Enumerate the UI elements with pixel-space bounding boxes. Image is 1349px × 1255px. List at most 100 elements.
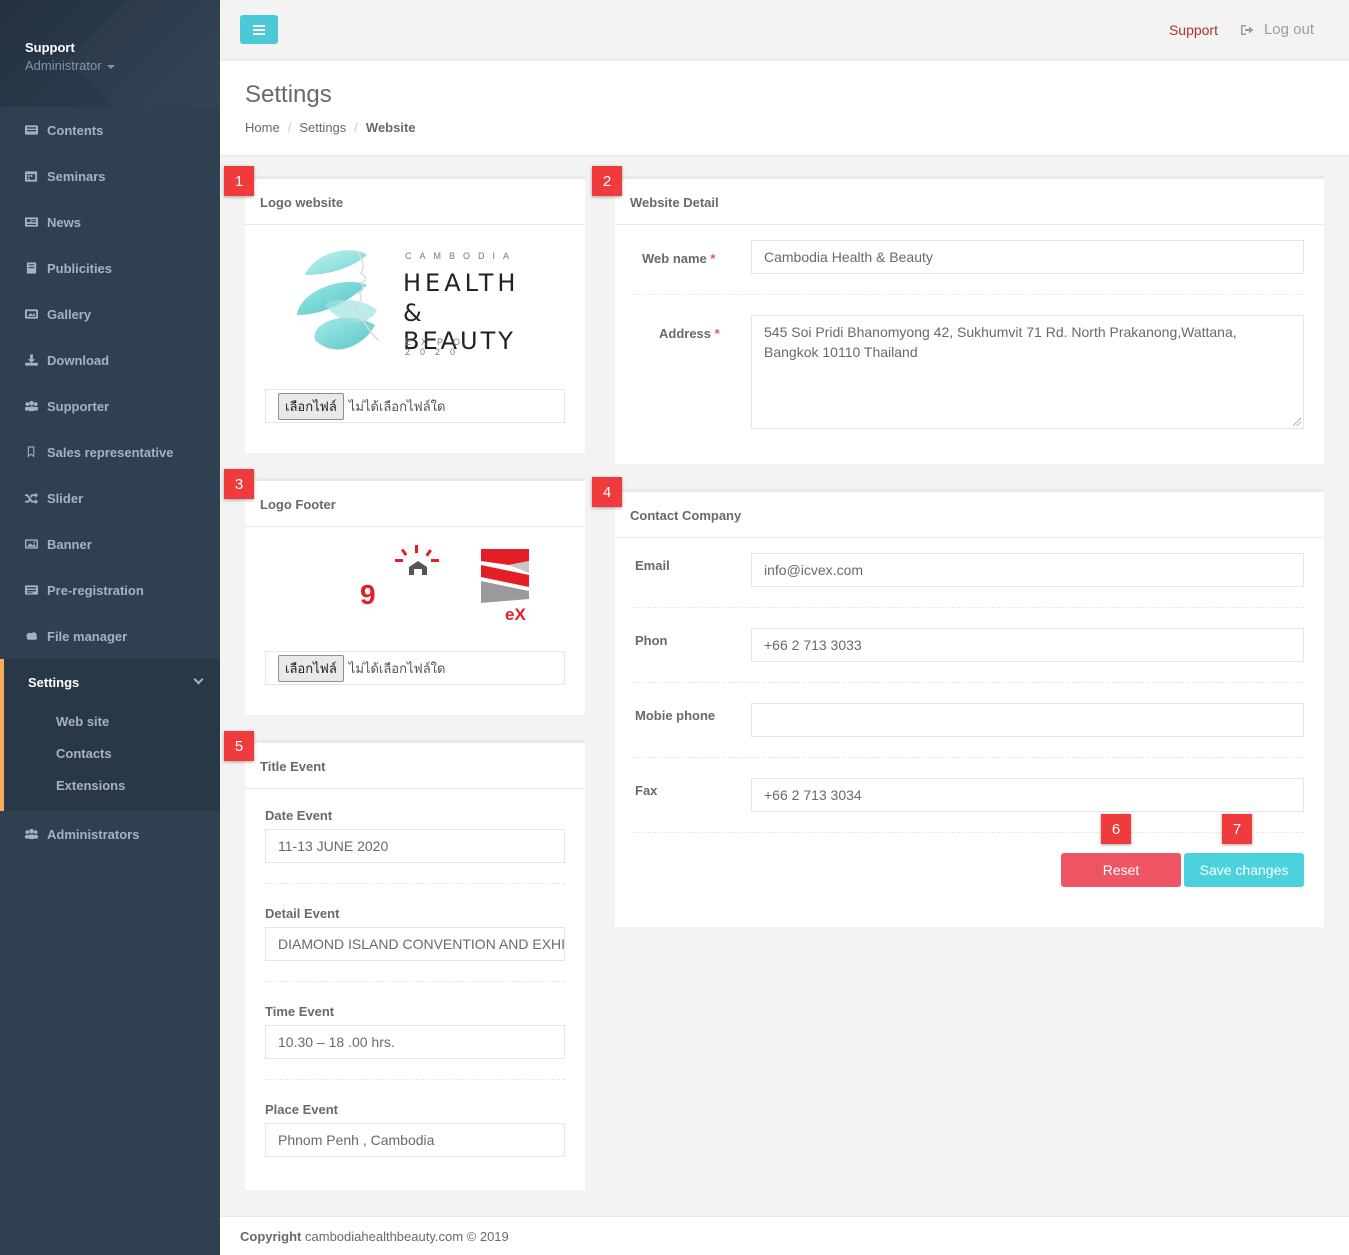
users-icon [24,828,38,840]
annotation-badge-1: 1 [224,166,254,196]
time-event-label: Time Event [265,1004,335,1019]
sidebar-item-label: News [47,214,81,230]
topbar: Support Log out [220,0,1349,60]
required-mark: * [714,326,720,341]
detail-event-label: Detail Event [265,906,340,921]
sidebar-item-contents[interactable]: Contents [0,107,220,153]
web-name-label: Web name * [642,251,715,266]
profile-role-dropdown[interactable]: Administrator [25,58,115,73]
page-heading: Settings Home / Settings / Website [220,61,1349,156]
footer-logo-mark-ex: eX [505,605,526,624]
website-detail-panel: Website Detail Web name * Cambodia Healt… [615,176,1324,464]
time-event-input[interactable]: 10.30 – 18 .00 hrs. [265,1025,565,1059]
hamburger-icon [253,28,265,31]
users-icon [24,400,38,412]
annotation-badge-2: 2 [592,166,622,196]
logo-website-file-input[interactable]: เลือกไฟล์ ไม่ได้เลือกไฟล์ใด [265,389,565,423]
sidebar-item-slider[interactable]: Slider [0,475,220,521]
choose-file-button[interactable]: เลือกไฟล์ [278,654,344,682]
sidebar: Support Administrator Contents Seminars … [0,0,220,1255]
save-changes-button[interactable]: Save changes [1184,853,1304,887]
book-icon [24,262,38,274]
divider [633,832,1304,833]
sidebar-item-publicities[interactable]: Publicities [0,245,220,291]
menu-toggle-button[interactable] [240,15,278,44]
web-name-label-text: Web name [642,251,707,266]
breadcrumb-settings[interactable]: Settings [299,120,346,135]
divider [265,1079,565,1080]
annotation-badge-3: 3 [224,469,254,499]
address-textarea[interactable]: 545 Soi Pridi Bhanomyong 42, Sukhumvit 7… [751,315,1304,429]
annotation-badge-5: 5 [224,731,254,761]
place-event-input[interactable]: Phnom Penh , Cambodia [265,1123,565,1157]
logo-footer-panel: Logo Footer 9 eX เลือกไฟล์ ไม่ได้เลือกไฟ… [245,478,585,715]
fax-input[interactable]: +66 2 713 3034 [751,778,1304,812]
picture-icon [24,308,38,320]
sidebar-item-label: Contents [47,122,104,138]
logo-line1-text: HEALTH [403,269,520,297]
resize-handle[interactable] [1293,418,1301,426]
copyright-label: Copyright [240,1229,302,1244]
profile-block: Support Administrator [0,0,220,107]
sidebar-item-label: Gallery [47,306,92,322]
sidebar-item-download[interactable]: Download [0,337,220,383]
subitem-extensions[interactable]: Extensions [4,769,220,801]
subitem-web-site[interactable]: Web site [4,705,220,737]
copyright-text: cambodiahealthbeauty.com © 2019 [305,1229,509,1244]
chevron-down-icon [193,674,204,685]
choose-file-button[interactable]: เลือกไฟล์ [278,392,344,420]
face-logo-graphic [297,250,380,350]
calendar-icon [24,170,38,182]
logo-small-text: CAMBODIA [405,251,518,261]
logo-footer-file-input[interactable]: เลือกไฟล์ ไม่ได้เลือกไฟล์ใด [265,651,565,685]
sidebar-item-file-manager[interactable]: File manager [0,613,220,659]
title-event-panel: Title Event Date Event 11-13 JUNE 2020 D… [245,740,585,1190]
sidebar-item-sales-representative[interactable]: Sales representative [0,429,220,475]
sidebar-item-news[interactable]: News [0,199,220,245]
detail-event-input[interactable]: DIAMOND ISLAND CONVENTION AND EXHIBITION… [265,927,565,961]
divider [265,883,565,884]
sidebar-item-label: Publicities [47,260,113,276]
divider [265,981,565,982]
address-label-text: Address [659,326,712,341]
panel-title: Contact Company [615,492,1324,538]
place-event-label: Place Event [265,1102,338,1117]
annotation-badge-4: 4 [592,477,622,507]
sidebar-group-settings: Settings Web site Contacts Extensions [0,659,220,811]
sidebar-item-administrators[interactable]: Administrators [0,811,220,857]
phone-label: Phon [635,633,668,648]
breadcrumb-home[interactable]: Home [245,120,280,135]
web-name-input[interactable]: Cambodia Health & Beauty [751,240,1304,274]
sidebar-item-settings[interactable]: Settings [4,659,220,705]
sidebar-item-label: Sales representative [47,444,174,460]
annotation-badge-7: 7 [1222,814,1252,844]
image-icon [24,538,38,550]
sidebar-item-label: Banner [47,536,92,552]
divider [633,607,1304,608]
date-event-label: Date Event [265,808,333,823]
logout-link[interactable]: Log out [1240,21,1314,38]
sidebar-item-pre-registration[interactable]: Pre-registration [0,567,220,613]
date-event-input[interactable]: 11-13 JUNE 2020 [265,829,565,863]
sidebar-item-seminars[interactable]: Seminars [0,153,220,199]
profile-name: Support [25,40,75,55]
divider [633,757,1304,758]
email-input[interactable]: info@icvex.com [751,553,1304,587]
fax-label: Fax [635,783,658,798]
sidebar-item-label: Pre-registration [47,582,144,598]
support-link[interactable]: Support [1169,22,1218,38]
mobile-phone-input[interactable] [751,703,1304,737]
reset-button[interactable]: Reset [1061,853,1181,887]
sidebar-item-supporter[interactable]: Supporter [0,383,220,429]
divider [633,682,1304,683]
file-status: ไม่ได้เลือกไฟล์ใด [348,660,446,676]
address-label: Address * [659,326,720,341]
sidebar-item-label: Download [47,352,110,368]
sidebar-item-banner[interactable]: Banner [0,521,220,567]
profile-role: Administrator [25,58,102,73]
subitem-contacts[interactable]: Contacts [4,737,220,769]
bookmark-icon [24,446,38,458]
sidebar-item-gallery[interactable]: Gallery [0,291,220,337]
list-icon [24,584,38,596]
phone-input[interactable]: +66 2 713 3033 [751,628,1304,662]
